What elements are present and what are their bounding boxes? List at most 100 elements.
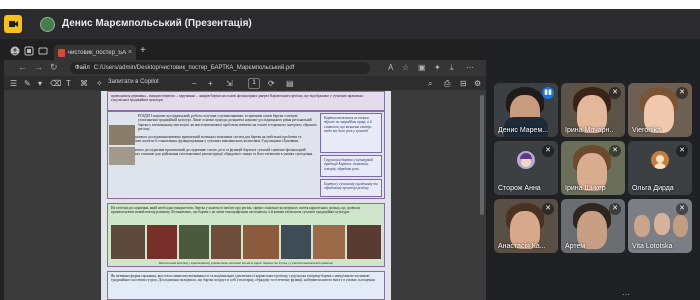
participant-tile[interactable]: ✕ Сторож Анна xyxy=(494,141,558,195)
address-protocol-label: Файл xyxy=(75,65,90,71)
poster-photo-4 xyxy=(211,225,241,259)
poster-photo-8 xyxy=(347,225,381,259)
reload-icon[interactable]: ↻ xyxy=(50,62,58,73)
page-view-icon[interactable]: ▤ xyxy=(286,78,294,89)
rotate-icon[interactable]: ⟳ xyxy=(268,78,275,89)
participant-face xyxy=(634,215,650,237)
forward-icon[interactable]: → xyxy=(34,62,43,73)
poster-photo-caption: Мистецький простір у традиційному україн… xyxy=(158,261,334,265)
pdf-icon xyxy=(58,48,65,57)
fit-page-icon[interactable]: ⇲ xyxy=(226,78,233,89)
participant-name: Vieronika xyxy=(632,127,662,134)
contents-icon[interactable]: ☰ xyxy=(10,78,17,89)
mic-muted-icon: ✕ xyxy=(542,145,554,157)
mic-muted-icon: ✕ xyxy=(676,203,688,215)
participant-face xyxy=(673,215,688,237)
participant-name: Ольга Дирда xyxy=(632,185,674,192)
participant-avatar xyxy=(517,151,535,169)
pdf-viewer[interactable]: проводилася державна... використовуючи .… xyxy=(4,91,486,300)
page-number-input[interactable]: 1 xyxy=(248,78,260,89)
new-tab-button[interactable]: + xyxy=(140,45,146,57)
participant-name: Сторож Анна xyxy=(498,185,541,192)
copilot-button[interactable]: Запитати в Copilot xyxy=(108,79,159,85)
tab-close-icon[interactable]: × xyxy=(128,49,132,56)
mic-muted-icon: ✕ xyxy=(676,87,688,99)
participant-tile[interactable]: ▮▮ Денис Марем... xyxy=(494,83,558,137)
mic-muted-icon: ✕ xyxy=(609,87,621,99)
participant-name: Денис Марем... xyxy=(498,127,549,134)
highlight-icon[interactable]: ▾ xyxy=(38,78,42,89)
participant-tile[interactable]: ✕ Ольга Дирда xyxy=(628,141,692,195)
participant-tile[interactable]: ✕ Ірина Шикер xyxy=(561,141,625,195)
browser-address-bar: ← → ↻ Файл C:/Users/admin/Desktop/чистов… xyxy=(4,60,486,76)
participant-name: Vita Lototska xyxy=(632,243,673,250)
profile-icon[interactable] xyxy=(10,46,20,56)
presenter-avatar xyxy=(40,17,55,32)
settings-gear-icon[interactable]: ⚙ xyxy=(474,78,481,89)
participant-tile[interactable]: ✕ Артем xyxy=(561,199,625,253)
poster-sidebox-1: Бартка вважалася не тільки зброєю чи зна… xyxy=(320,113,382,153)
poster-intro-text: проводилася державна... використовуючи .… xyxy=(111,94,364,103)
poster-sidebox-2: Гуцульська бартка у культурній традиції … xyxy=(320,155,382,177)
tab-pdf-document[interactable]: чистовик_постер_БАРТКА_Мар... × xyxy=(54,45,136,60)
search-icon[interactable]: ⌕ xyxy=(428,78,432,89)
collections-icon[interactable]: ▣ xyxy=(418,63,426,73)
pdf-scrollbar[interactable] xyxy=(480,95,484,215)
save-icon[interactable]: ⎙ xyxy=(444,78,450,89)
poster-chapter-3-text: РОЗДІЛ III наукового дослідження присвяч… xyxy=(111,147,314,157)
more-menu-icon[interactable]: ⋯ xyxy=(466,63,474,73)
pdf-toolbar: ☰ ✎ ▾ ⌫ T ⌘ ✧ Запитати в Copilot − + ⇲ 1… xyxy=(4,76,486,91)
mic-muted-icon: ✕ xyxy=(609,203,621,215)
participant-tile[interactable]: ✕ Vita Lototska xyxy=(628,199,692,253)
tab-actions-icon[interactable] xyxy=(38,46,48,56)
mic-muted-icon: ✕ xyxy=(609,145,621,157)
address-url: C:/Users/admin/Desktop/чистовик_постер_Б… xyxy=(93,65,295,71)
add-text-icon[interactable]: ⌘ xyxy=(80,78,88,89)
poster-conclusion-text: Як незмінна форма сержання, яка стала си… xyxy=(111,274,375,283)
zoom-in-icon[interactable]: + xyxy=(208,78,213,89)
zoom-out-icon[interactable]: − xyxy=(192,78,197,89)
meeting-window: Денис Марємпольський (Презентація) чисто… xyxy=(0,9,700,300)
extensions-icon[interactable]: ✦ xyxy=(434,63,441,73)
erase-icon[interactable]: ⌫ xyxy=(50,78,61,89)
participant-tile[interactable]: ✕ Vieronika xyxy=(628,83,692,137)
shared-screen: чистовик_постер_БАРТКА_Мар... × + ← → ↻ … xyxy=(4,42,486,300)
poster-intro-section: проводилася державна... використовуючи .… xyxy=(107,91,385,111)
poster-sidebox-3-text: Бартка у сучасному сценічному та обрядов… xyxy=(324,182,378,191)
tab-title: чистовик_постер_БАРТКА_Мар... xyxy=(68,49,126,56)
downloads-icon[interactable]: ⤓ xyxy=(450,63,454,73)
participant-name: Ірина Мочарн.. xyxy=(565,127,614,134)
draw-icon[interactable]: ✎ xyxy=(24,78,31,89)
poster-conclusion-section: Як незмінна форма сержання, яка стала си… xyxy=(107,271,385,300)
pdf-page[interactable]: проводилася державна... використовуючи .… xyxy=(101,91,391,300)
read-aloud-icon[interactable]: A xyxy=(388,63,393,73)
participant-name: Артем xyxy=(565,243,586,250)
workspaces-icon[interactable] xyxy=(24,46,34,56)
participant-avatar xyxy=(651,151,669,169)
presenter-label: Денис Марємпольський (Презентація) xyxy=(62,18,252,29)
participant-face xyxy=(654,213,670,235)
mic-muted-icon: ✕ xyxy=(542,203,554,215)
back-icon[interactable]: ← xyxy=(18,62,27,73)
address-field[interactable]: Файл C:/Users/admin/Desktop/чистовик_пос… xyxy=(70,62,370,74)
poster-findings-text: На поточні дослідження, який необхідно в… xyxy=(111,206,361,215)
favorite-star-icon[interactable]: ☆ xyxy=(402,63,409,73)
print-icon[interactable]: ⊟ xyxy=(460,78,467,89)
more-participants-icon[interactable]: ⋯ xyxy=(622,290,630,299)
copilot-icon[interactable]: ✧ xyxy=(96,78,103,89)
text-icon[interactable]: T xyxy=(66,78,71,89)
participant-tile[interactable]: ✕ Анастасія Ка... xyxy=(494,199,558,253)
meeting-app-icon[interactable] xyxy=(4,15,22,33)
poster-photo-7 xyxy=(313,225,345,259)
poster-photo-exhibit xyxy=(109,147,135,165)
poster-sidebox-3: Бартка у сучасному сценічному та обрядов… xyxy=(320,179,382,197)
poster-photo-2 xyxy=(147,225,177,259)
poster-photo-3 xyxy=(179,225,209,259)
mic-muted-icon: ✕ xyxy=(676,145,688,157)
speaking-indicator-icon: ▮▮ xyxy=(542,87,554,99)
participant-name: Ірина Шикер xyxy=(565,185,606,192)
poster-photo-1 xyxy=(111,225,145,259)
participant-tile[interactable]: ✕ Ірина Мочарн.. xyxy=(561,83,625,137)
poster-photo-6 xyxy=(281,225,311,259)
participant-name: Анастасія Ка... xyxy=(498,243,546,250)
